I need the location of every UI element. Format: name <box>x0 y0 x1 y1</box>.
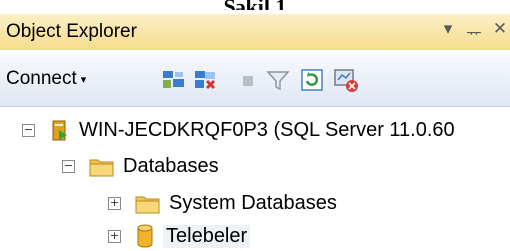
filter-icon[interactable] <box>264 66 292 94</box>
stop-icon[interactable] <box>234 66 262 94</box>
folder-icon <box>135 196 160 213</box>
object-explorer-panel: Object Explorer ▾ ᅲ ✕ Connect ▾ − WIN-JE… <box>0 10 510 251</box>
close-icon[interactable]: ✕ <box>492 19 508 44</box>
disconnect-icon[interactable] <box>192 66 220 94</box>
tree-node-telebeler[interactable]: + Telebeler <box>108 223 251 249</box>
collapse-icon[interactable]: − <box>62 160 75 173</box>
system-databases-label: System Databases <box>169 192 337 214</box>
collapse-icon[interactable]: − <box>22 123 35 137</box>
chevron-down-icon[interactable]: ▾ <box>81 73 87 86</box>
object-explorer-toolbar: Connect ▾ <box>0 54 510 107</box>
object-explorer-tree: − WIN-JECDKRQF0P3 (SQL Server 11.0.60 − … <box>0 110 510 251</box>
database-icon <box>137 224 153 248</box>
telebeler-label: Telebeler <box>163 224 251 248</box>
window-position-dropdown-icon[interactable]: ▾ <box>440 19 456 44</box>
connect-object-explorer-icon[interactable] <box>160 66 188 94</box>
titlebar-buttons: ▾ ᅲ ✕ <box>440 19 508 44</box>
panel-titlebar: Object Explorer ▾ ᅲ ✕ <box>0 14 510 50</box>
expand-icon[interactable]: + <box>108 229 121 243</box>
expand-icon[interactable]: + <box>108 197 121 210</box>
folder-icon <box>89 159 114 176</box>
connect-label: Connect <box>6 68 77 89</box>
tree-node-databases[interactable]: − Databases <box>62 155 219 178</box>
server-label: WIN-JECDKRQF0P3 (SQL Server 11.0.60 <box>79 118 455 141</box>
refresh-icon[interactable] <box>298 66 326 94</box>
connect-button[interactable]: Connect ▾ <box>6 68 86 90</box>
sql-server-icon <box>52 120 67 141</box>
auto-hide-pin-icon[interactable]: ᅲ <box>466 19 482 44</box>
databases-label: Databases <box>123 155 219 177</box>
panel-title: Object Explorer <box>6 21 137 42</box>
tree-node-server[interactable]: − WIN-JECDKRQF0P3 (SQL Server 11.0.60 <box>22 118 455 142</box>
tree-node-system-databases[interactable]: + System Databases <box>108 192 337 215</box>
activity-monitor-icon[interactable] <box>332 66 360 94</box>
